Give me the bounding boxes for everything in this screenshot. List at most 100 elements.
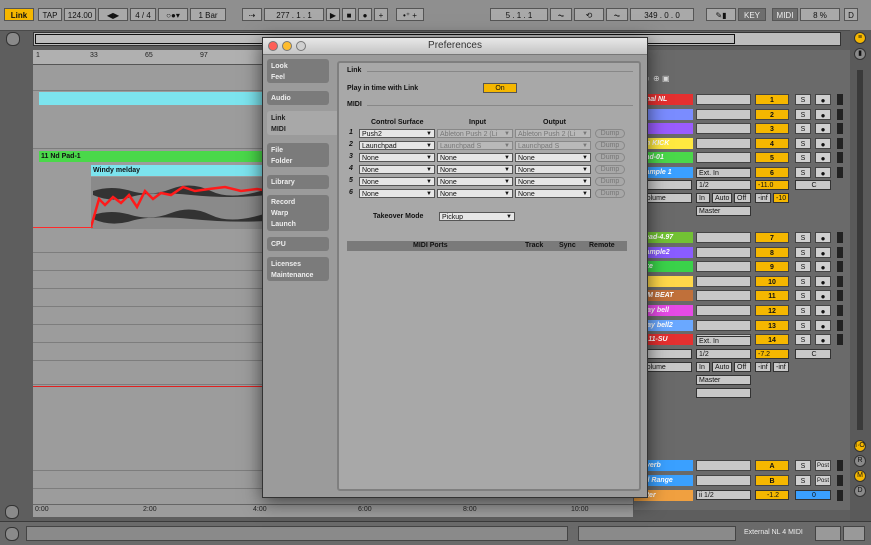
- tab-link-midi[interactable]: Link MIDI: [267, 111, 337, 135]
- master-volume-field[interactable]: -1.2: [755, 490, 789, 500]
- solo-button[interactable]: S: [795, 475, 811, 486]
- track-activator-button[interactable]: 13: [755, 319, 789, 331]
- solo-button[interactable]: S: [795, 460, 811, 471]
- arm-icon[interactable]: ●: [815, 123, 831, 135]
- output-channel-select[interactable]: [696, 388, 751, 398]
- solo-button[interactable]: S: [795, 232, 811, 243]
- tab-licenses-maintenance[interactable]: Licenses Maintenance: [267, 257, 329, 281]
- solo-button[interactable]: S: [795, 275, 811, 287]
- nudge-buttons[interactable]: ◀▶: [98, 8, 128, 21]
- midi-map-button[interactable]: MIDI: [772, 8, 798, 21]
- browser-toggle-icon[interactable]: ≡: [854, 32, 866, 44]
- control-surface-select[interactable]: None ▼: [359, 177, 435, 186]
- clip-pad[interactable]: 11 Nd Pad-1: [39, 151, 269, 162]
- loop-button[interactable]: ⟲: [574, 8, 604, 21]
- track-activator-button[interactable]: 10: [755, 275, 789, 287]
- track-activator-button[interactable]: 1: [755, 94, 789, 105]
- input-select[interactable]: None ▼: [437, 153, 513, 162]
- volume-field[interactable]: -11.0: [755, 180, 789, 190]
- clip-slot[interactable]: [696, 152, 751, 164]
- return-activator-button[interactable]: B: [755, 475, 789, 486]
- arm-icon[interactable]: ●: [815, 275, 831, 287]
- mixer-track-row[interactable]: nake 9 S ●: [634, 261, 850, 273]
- track-activator-button[interactable]: 6: [755, 167, 789, 178]
- tempo-field[interactable]: 124.00: [64, 8, 96, 21]
- zoom-toggle-icon[interactable]: [5, 505, 19, 519]
- monitor-in-button[interactable]: In: [696, 362, 710, 372]
- post-button[interactable]: Post: [815, 475, 831, 486]
- arm-icon[interactable]: ●: [815, 152, 831, 164]
- clip-slot[interactable]: [696, 460, 751, 471]
- tab-library[interactable]: Library: [267, 175, 329, 189]
- send-field[interactable]: -10: [773, 193, 789, 203]
- quantize-select[interactable]: 1 Bar: [190, 8, 226, 21]
- mixer-header-icons[interactable]: ◐ ⊕ ▣: [646, 74, 686, 84]
- mixer-track-row[interactable]: RUM BEAT 11 S ●: [634, 290, 850, 302]
- solo-button[interactable]: S: [795, 305, 811, 316]
- arm-icon[interactable]: ●: [815, 261, 831, 273]
- info-toggle-icon[interactable]: [5, 527, 19, 541]
- loop-length-field[interactable]: 349 . 0 . 0: [630, 8, 694, 21]
- mixer-track-row[interactable]: rum KICK 4 S ●: [634, 137, 850, 150]
- return-track-row[interactable]: Reverb A S Post: [634, 460, 850, 472]
- draw-mode-button[interactable]: ✎▮: [706, 8, 736, 21]
- input-channel-select[interactable]: 1/2: [696, 180, 751, 190]
- track-activator-button[interactable]: 7: [755, 232, 789, 243]
- dump-button[interactable]: Dump: [595, 141, 625, 150]
- returns-toggle-icon[interactable]: R: [854, 455, 866, 467]
- input-select[interactable]: None ▼: [437, 189, 513, 198]
- monitor-auto-button[interactable]: Auto: [712, 362, 732, 372]
- mixer-track-row[interactable]: elday bell2 13 S ●: [634, 319, 850, 332]
- volume-field[interactable]: -7.2: [755, 349, 789, 359]
- output-select[interactable]: Launchpad S ▼: [515, 141, 591, 150]
- solo-button[interactable]: S: [795, 261, 811, 273]
- solo-button[interactable]: S: [795, 123, 811, 135]
- punch-in-button[interactable]: ⏦: [550, 8, 572, 21]
- input-select[interactable]: None ▼: [437, 177, 513, 186]
- dump-button[interactable]: Dump: [595, 177, 625, 186]
- output-select[interactable]: Master: [696, 375, 751, 385]
- track-activator-button[interactable]: 4: [755, 137, 789, 149]
- tap-button[interactable]: TAP: [38, 8, 62, 21]
- clip-slot[interactable]: [696, 290, 751, 302]
- overdub-button[interactable]: +: [374, 8, 388, 21]
- track-activator-button[interactable]: 8: [755, 246, 789, 258]
- vertical-scrollbar[interactable]: [857, 70, 863, 430]
- monitor-off-button[interactable]: Off: [734, 193, 751, 203]
- clip-slot[interactable]: [696, 123, 751, 135]
- position-field[interactable]: 277 . 1 . 1: [264, 8, 324, 21]
- track-activator-button[interactable]: 9: [755, 261, 789, 273]
- record-button[interactable]: ●: [358, 8, 372, 21]
- link-button[interactable]: Link: [4, 8, 34, 21]
- solo-button[interactable]: S: [795, 94, 811, 105]
- solo-button[interactable]: S: [795, 108, 811, 120]
- control-surface-select[interactable]: Push2 ▼: [359, 129, 435, 138]
- control-surface-select[interactable]: Launchpad ▼: [359, 141, 435, 150]
- arm-icon[interactable]: ●: [815, 319, 831, 331]
- mixer-track-row[interactable]: T 2 3 S ●: [634, 123, 850, 135]
- signature-field[interactable]: 4 / 4: [130, 8, 156, 21]
- clip-slot[interactable]: [696, 475, 751, 486]
- metronome-button[interactable]: ○●▾: [158, 8, 188, 21]
- tab-record-warp-launch[interactable]: Record Warp Launch: [267, 195, 329, 231]
- tab-cpu[interactable]: CPU: [267, 237, 329, 251]
- track-activator-button[interactable]: 14: [755, 334, 789, 346]
- clip-melody-waveform[interactable]: [89, 177, 270, 229]
- arm-icon[interactable]: ●: [815, 290, 831, 302]
- arm-icon[interactable]: ●: [815, 334, 831, 346]
- punch-out-button[interactable]: ⏦: [606, 8, 628, 21]
- mixer-track-row[interactable]: elday bell 12 S ●: [634, 305, 850, 317]
- pan-field[interactable]: C: [795, 180, 831, 190]
- mixer-track-row[interactable]: ternal NL 1 S ●: [634, 94, 850, 106]
- mixer-track-row[interactable]: T 1 2 S ●: [634, 108, 850, 121]
- master-channel-select[interactable]: ii 1/2: [696, 490, 751, 500]
- input-channel-select[interactable]: 1/2: [696, 349, 751, 359]
- control-surface-select[interactable]: None ▼: [359, 165, 435, 174]
- detail-view-icon[interactable]: [843, 526, 865, 541]
- track-activator-button[interactable]: 3: [755, 123, 789, 135]
- mixer-toggle-icon[interactable]: M: [854, 470, 866, 482]
- master-pan-field[interactable]: 0: [795, 490, 831, 500]
- input-select[interactable]: Launchpad S ▼: [437, 141, 513, 150]
- input-type-select[interactable]: Ext. In: [696, 168, 751, 178]
- input-select[interactable]: Ableton Push 2 (Li ▼: [437, 129, 513, 138]
